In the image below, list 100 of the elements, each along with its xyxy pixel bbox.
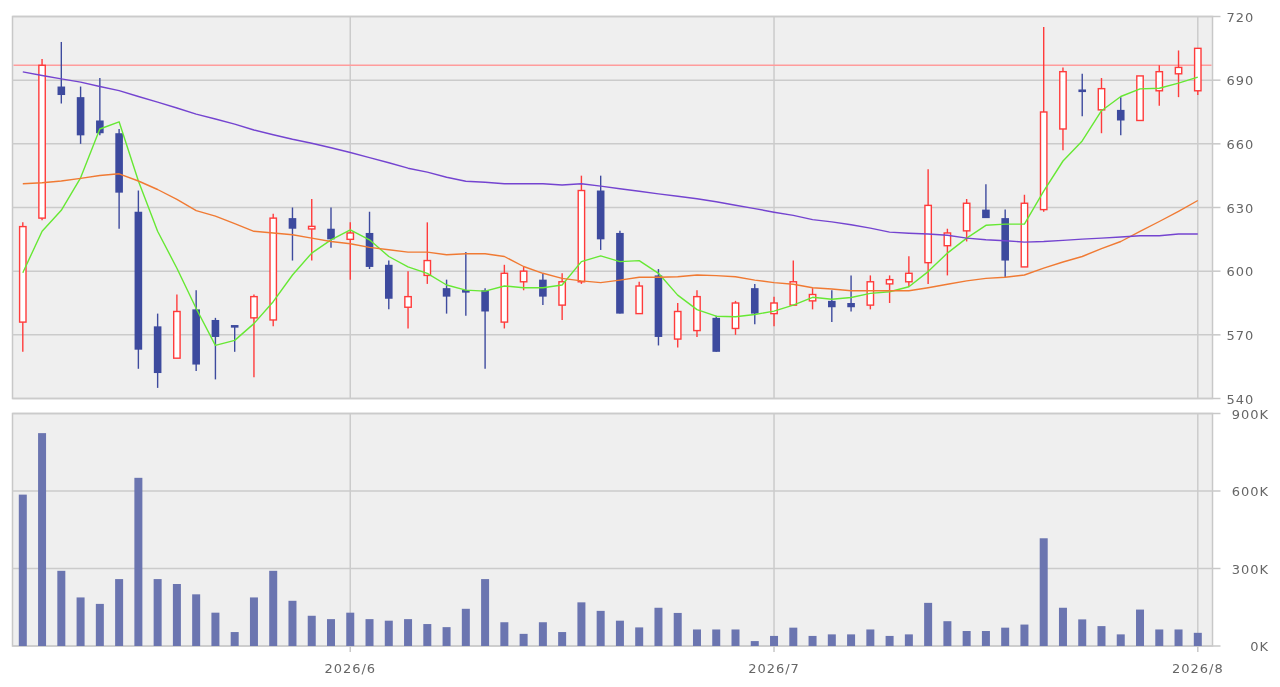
volume-bar — [115, 579, 124, 646]
volume-bar — [1193, 632, 1202, 646]
volume-bar — [423, 624, 432, 646]
volume-bar — [327, 619, 335, 646]
volume-bar — [211, 612, 220, 646]
candlestick — [365, 211, 374, 270]
volume-bar — [153, 579, 162, 646]
candlestick — [712, 315, 721, 353]
volume-bar — [384, 620, 393, 646]
candlestick — [808, 287, 817, 311]
volume-bar — [1058, 607, 1067, 646]
volume-bar — [538, 622, 547, 646]
candlestick — [307, 198, 316, 262]
candlestick — [693, 289, 701, 338]
date-axis-label: 2026/7 — [748, 661, 800, 676]
candlestick — [828, 289, 836, 323]
volume-bar — [827, 634, 836, 646]
volume-bar — [750, 641, 759, 646]
volume-bar — [712, 629, 721, 646]
volume-bar — [770, 635, 779, 646]
candlestick — [442, 278, 451, 315]
volume-bar — [866, 629, 875, 646]
volume-bar — [1136, 609, 1144, 646]
volume-axis-label: 600K — [1231, 484, 1269, 499]
candlestick — [519, 266, 528, 291]
price-axis-label: 570 — [1226, 327, 1255, 343]
volume-bar — [577, 602, 586, 646]
candlestick — [1193, 47, 1202, 96]
volume-bar — [943, 621, 952, 646]
candlestick — [673, 302, 682, 349]
volume-bar — [885, 635, 894, 646]
volume-bar — [847, 634, 856, 646]
candlestick — [462, 251, 470, 317]
candlestick — [211, 317, 220, 381]
candlestick — [770, 295, 778, 328]
price-axis-label: 720 — [1226, 9, 1255, 25]
volume-axis-label: 300K — [1231, 561, 1269, 577]
candlestick — [750, 283, 759, 325]
candlestick — [500, 264, 509, 330]
candlestick — [1155, 64, 1164, 107]
candlestick — [346, 221, 355, 281]
candlestick — [558, 272, 567, 321]
volume-bar — [962, 631, 971, 646]
candlestick — [539, 272, 547, 306]
volume-bar — [1155, 629, 1164, 646]
volume-bar — [731, 629, 740, 646]
volume-bar — [307, 615, 316, 646]
volume-bar — [808, 635, 817, 646]
candlestick — [1174, 49, 1183, 98]
volume-bar — [654, 607, 663, 646]
volume-bar — [904, 634, 913, 646]
volume-bar — [249, 597, 258, 646]
volume-bar — [346, 612, 355, 646]
volume-bar — [635, 627, 644, 646]
candlestick — [57, 41, 66, 105]
volume-axis-label: 900K — [1231, 406, 1269, 422]
volume-bar — [76, 597, 85, 646]
candlestick — [423, 221, 432, 285]
volume-bar — [461, 608, 470, 646]
volume-bar — [693, 629, 701, 646]
candlestick — [96, 77, 104, 137]
volume-bar — [288, 600, 297, 646]
candlestick — [1078, 73, 1087, 117]
volume-bar — [1001, 627, 1010, 646]
candlestick — [1116, 96, 1125, 137]
candlestick — [1001, 208, 1009, 279]
price-axis-label: 600 — [1226, 264, 1255, 280]
price-axis-label: 690 — [1226, 73, 1255, 89]
volume-bar — [1116, 634, 1125, 646]
volume-bar — [442, 627, 451, 646]
volume-bar — [172, 584, 181, 646]
candlestick — [1136, 75, 1144, 122]
date-axis-label: 2026/8 — [1171, 661, 1224, 676]
candlestick — [230, 325, 239, 353]
volume-bar — [924, 602, 933, 646]
volume-bar — [1174, 629, 1183, 646]
volume-bar — [365, 619, 374, 646]
date-axis-label: 2026/6 — [324, 661, 377, 676]
candlestick — [866, 274, 875, 311]
candlestick — [789, 259, 798, 306]
candlestick — [385, 259, 393, 311]
candlestick — [1097, 77, 1106, 134]
volume-bar — [1078, 619, 1087, 646]
volume-bar — [1097, 626, 1106, 646]
candlestick — [982, 183, 990, 219]
volume-bar — [789, 627, 798, 646]
candlestick — [327, 206, 335, 249]
volume-bar — [558, 632, 567, 646]
volume-bar — [404, 619, 413, 646]
volume-bar — [673, 612, 682, 646]
price-axis-label: 630 — [1226, 200, 1255, 216]
candlestick — [404, 270, 412, 330]
volume-bar — [981, 631, 990, 646]
volume-bar — [230, 632, 239, 646]
volume-bar — [95, 603, 104, 646]
candlestick — [904, 255, 913, 287]
volume-bar — [519, 633, 528, 646]
candlestick — [288, 206, 297, 262]
candlestick — [731, 300, 740, 336]
candlestick — [962, 198, 971, 243]
